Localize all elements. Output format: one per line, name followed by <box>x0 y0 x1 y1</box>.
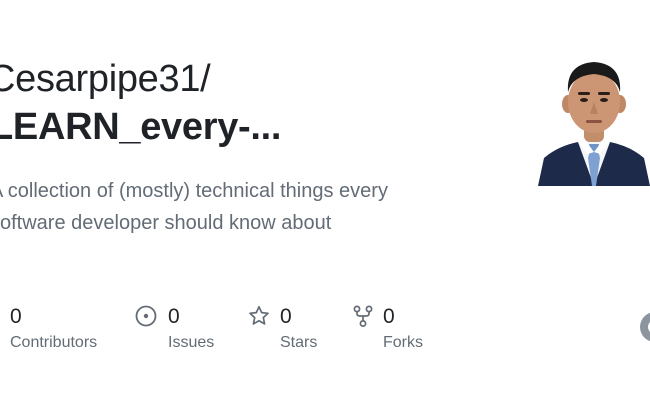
contributors-count: 0 <box>10 305 22 328</box>
issues-count: 0 <box>168 305 180 328</box>
stars-label: Stars <box>280 334 318 351</box>
avatar-image <box>538 62 650 186</box>
issue-opened-icon <box>135 305 157 327</box>
github-mark-icon <box>640 312 650 342</box>
repo-owner[interactable]: Cesarpipe31/ <box>0 58 211 101</box>
star-icon <box>249 305 269 325</box>
repo-social-card: Cesarpipe31/ LEARN_every-... A collectio… <box>0 0 650 400</box>
forks-count: 0 <box>383 305 395 328</box>
repo-description: A collection of (mostly) technical thing… <box>0 180 388 234</box>
issues-label: Issues <box>168 334 215 351</box>
repo-forked-icon <box>353 305 373 327</box>
stars-count: 0 <box>280 305 292 328</box>
contributors-label: Contributors <box>10 334 98 351</box>
owner-avatar[interactable] <box>538 54 650 186</box>
forks-label: Forks <box>383 334 423 351</box>
repo-name[interactable]: LEARN_every-... <box>0 106 281 149</box>
